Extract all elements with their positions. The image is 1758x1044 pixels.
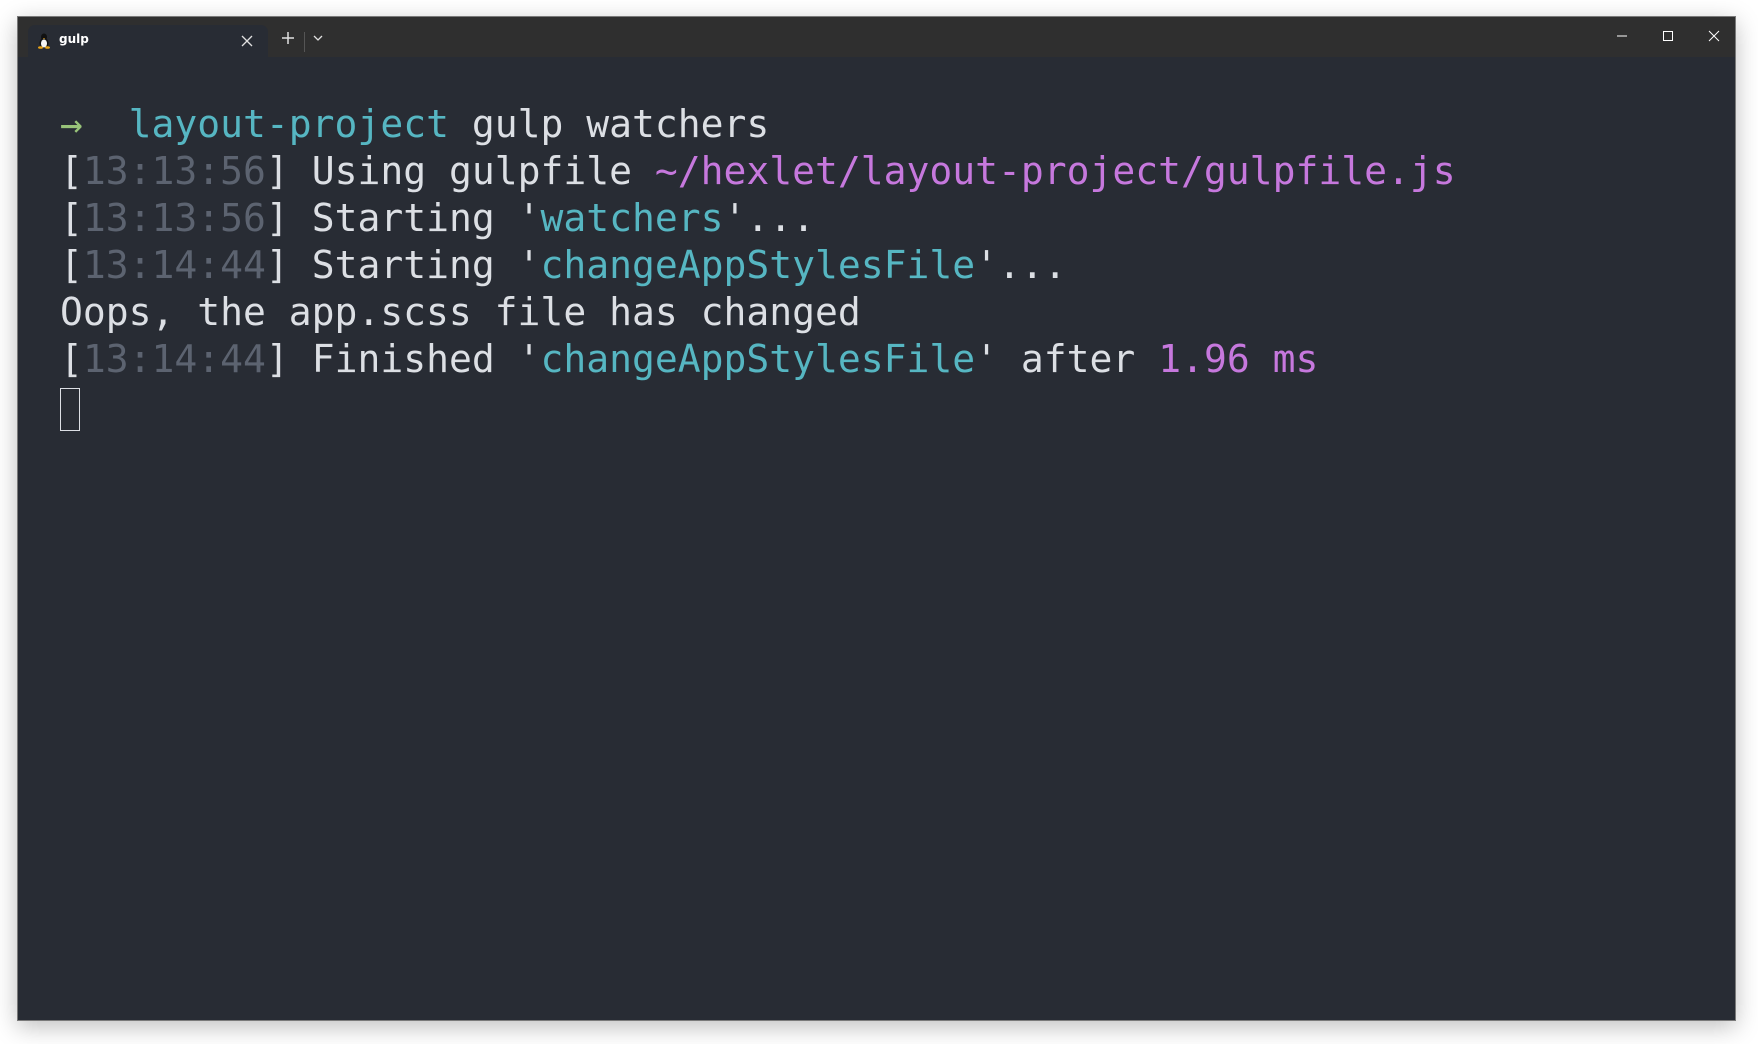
terminal-window: gulp → layout-project gulp watchers [13:…	[17, 16, 1736, 1021]
log-text: Finished '	[311, 337, 541, 381]
task-name: watchers	[540, 196, 724, 240]
log-suffix: '...	[723, 196, 816, 240]
bracket: [	[60, 196, 83, 240]
title-bar: gulp	[18, 17, 1735, 57]
text-cursor	[60, 388, 80, 431]
terminal-output[interactable]: → layout-project gulp watchers [13:13:56…	[18, 57, 1735, 1020]
cursor-line	[60, 383, 1456, 431]
minimize-icon[interactable]	[1613, 29, 1631, 43]
log-text: Starting '	[311, 196, 541, 240]
timestamp: 13:13:56	[82, 149, 266, 193]
timestamp: 13:14:44	[82, 243, 266, 287]
linux-tux-icon	[38, 33, 50, 49]
bracket: ]	[265, 196, 312, 240]
new-tab-plus-icon[interactable]	[280, 30, 296, 46]
timestamp: 13:14:44	[82, 337, 266, 381]
log-line: [13:13:56] Starting 'watchers'...	[60, 195, 1456, 242]
prompt-arrow-icon: →	[60, 102, 83, 146]
tab-title: gulp	[59, 32, 89, 46]
log-line: Oops, the app.scss file has changed	[60, 289, 1456, 336]
prompt-command: gulp watchers	[471, 102, 770, 146]
bracket: [	[60, 149, 83, 193]
log-line: [13:13:56] Using gulpfile ~/hexlet/layou…	[60, 148, 1456, 195]
chevron-down-icon[interactable]	[312, 33, 324, 43]
log-text: Oops, the app.scss file has changed	[60, 290, 861, 334]
prompt-directory: layout-project	[128, 102, 449, 146]
log-line: [13:14:44] Starting 'changeAppStylesFile…	[60, 242, 1456, 289]
timestamp: 13:13:56	[82, 196, 266, 240]
log-suffix: ' after	[975, 337, 1159, 381]
task-name: changeAppStylesFile	[540, 243, 976, 287]
log-line: [13:14:44] Finished 'changeAppStylesFile…	[60, 336, 1456, 383]
gulpfile-path: ~/hexlet/layout-project/gulpfile.js	[654, 149, 1456, 193]
prompt-line: → layout-project gulp watchers	[60, 101, 1456, 148]
bracket: [	[60, 337, 83, 381]
bracket: ]	[265, 149, 312, 193]
bracket: ]	[265, 337, 312, 381]
log-text: Starting '	[311, 243, 541, 287]
maximize-icon[interactable]	[1659, 29, 1677, 43]
close-window-icon[interactable]	[1705, 29, 1723, 43]
task-name: changeAppStylesFile	[540, 337, 976, 381]
tab-gulp[interactable]: gulp	[28, 25, 268, 57]
tab-divider	[304, 32, 305, 52]
duration: 1.96 ms	[1158, 337, 1319, 381]
bracket: [	[60, 243, 83, 287]
log-text: Using gulpfile	[311, 149, 655, 193]
close-tab-icon[interactable]	[240, 34, 254, 48]
bracket: ]	[265, 243, 312, 287]
log-suffix: '...	[975, 243, 1067, 287]
